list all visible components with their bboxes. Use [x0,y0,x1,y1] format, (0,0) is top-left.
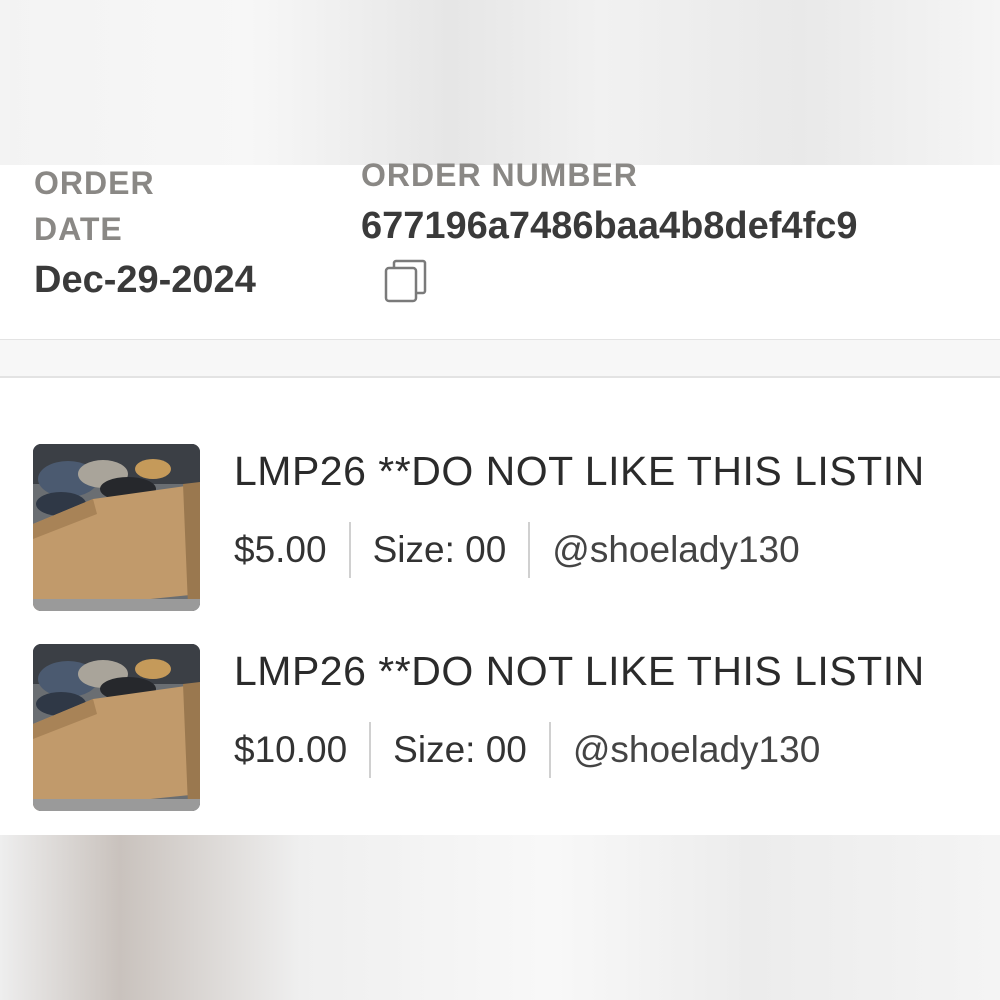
order-date-value: Dec-29-2024 [34,259,256,301]
order-date-label-line1: ORDER [34,165,155,201]
item-seller[interactable]: @shoelady130 [552,529,799,571]
item-thumbnail[interactable] [33,644,200,811]
item-meta: $5.00 Size: 00 @shoelady130 [234,522,800,578]
blurred-background-bottom [0,835,1000,1000]
section-divider-bottom [0,376,1000,378]
item-title[interactable]: LMP26 **DO NOT LIKE THIS LISTIN [234,648,925,695]
order-item[interactable]: LMP26 **DO NOT LIKE THIS LISTIN $5.00 Si… [0,444,1000,614]
meta-separator [548,722,551,778]
item-size: Size: 00 [393,729,527,770]
item-size: Size: 00 [372,529,507,570]
copy-icon[interactable] [383,258,429,304]
item-price: $10.00 [234,729,348,770]
item-thumbnail[interactable] [33,444,200,611]
meta-separator [348,522,351,578]
item-price: $5.00 [234,529,327,570]
item-seller[interactable]: @shoelady130 [573,729,820,771]
section-gap [0,340,1000,376]
blurred-background-top [0,0,1000,165]
meta-separator [528,522,531,578]
order-details-card: ORDER DATE Dec-29-2024 ORDER NUMBER 6771… [0,157,1000,835]
meta-separator [369,722,372,778]
order-item[interactable]: LMP26 **DO NOT LIKE THIS LISTIN $10.00 S… [0,644,1000,814]
item-title[interactable]: LMP26 **DO NOT LIKE THIS LISTIN [234,448,925,495]
item-meta: $10.00 Size: 00 @shoelady130 [234,722,820,778]
order-number-label: ORDER NUMBER [361,157,638,193]
order-date-label-line2: DATE [34,211,123,247]
order-number-value[interactable]: 677196a7486baa4b8def4fc9 [361,205,858,248]
